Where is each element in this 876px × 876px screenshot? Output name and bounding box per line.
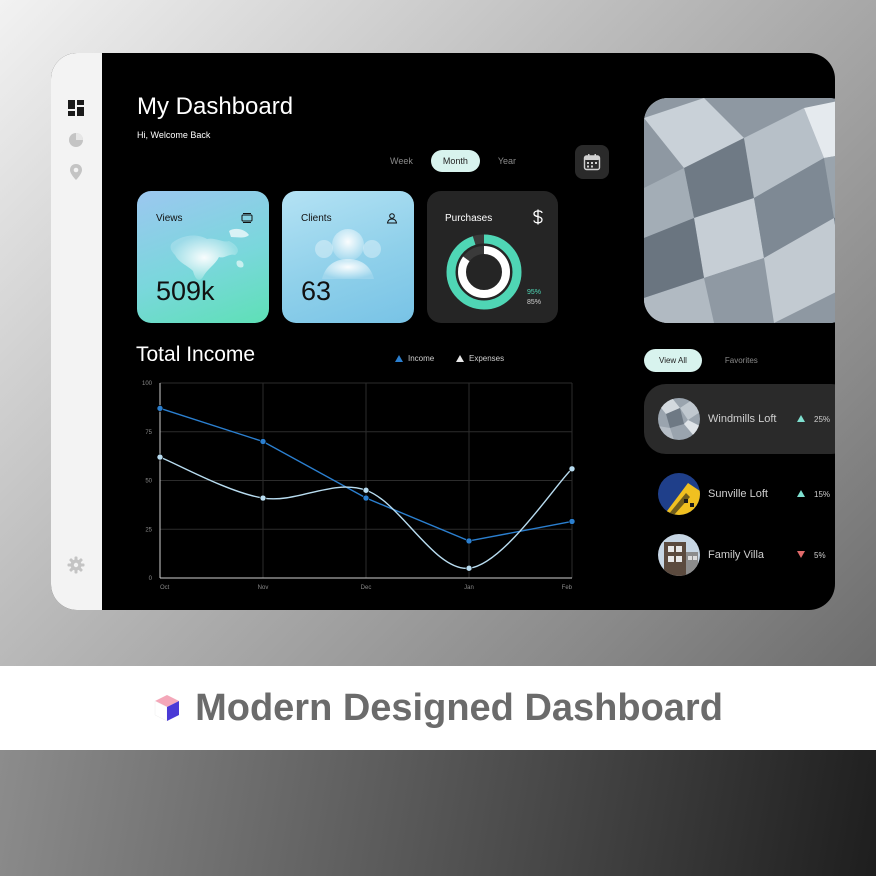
banner-title: Modern Designed Dashboard: [195, 686, 723, 729]
purchases-pct-secondary: 85%: [527, 299, 542, 306]
data-point-income[interactable]: [259, 438, 267, 445]
family-villa-thumbnail: [658, 534, 700, 576]
y-tick-label: 75: [145, 430, 152, 436]
clients-label: Clients: [301, 213, 332, 224]
purchases-card[interactable]: Purchases 95% 85%: [427, 191, 558, 323]
sidebar: [51, 53, 102, 610]
data-point-expenses[interactable]: [568, 465, 576, 473]
purchases-ring-chart: [446, 234, 522, 310]
listing-pct: 25%: [814, 415, 831, 424]
trend-up-icon: [797, 415, 805, 422]
data-point-expenses[interactable]: [259, 494, 267, 502]
views-label: Views: [156, 213, 183, 224]
data-point-expenses[interactable]: [156, 453, 164, 461]
sunville-loft-thumbnail: [658, 473, 700, 515]
calendar-button[interactable]: [575, 145, 609, 179]
layers-icon: [241, 211, 253, 229]
purchases-pct-primary: 95%: [527, 289, 542, 296]
dashboard-grid-icon[interactable]: [67, 99, 85, 117]
gear-icon[interactable]: [67, 556, 85, 574]
list-item[interactable]: Sunville Loft 15%: [644, 459, 835, 529]
y-tick-label: 50: [145, 479, 152, 485]
windmills-loft-thumbnail: [658, 398, 700, 440]
y-tick-label: 0: [149, 576, 153, 582]
data-point-income[interactable]: [362, 494, 370, 502]
period-week[interactable]: Week: [378, 150, 425, 172]
data-point-income[interactable]: [156, 405, 164, 412]
page-title: My Dashboard: [137, 93, 294, 120]
tab-favorites[interactable]: Favorites: [710, 349, 773, 372]
listing-name: Sunville Loft: [708, 488, 768, 500]
listing-name: Windmills Loft: [708, 413, 777, 425]
listing-pct: 15%: [814, 490, 831, 499]
cube-logo-icon: [154, 695, 180, 722]
income-line-chart: 100 75 50 25 0 Oct Nov Dec Jan Feb: [142, 381, 576, 591]
user-icon: [386, 211, 398, 229]
data-point-income[interactable]: [465, 537, 473, 545]
tab-view-all[interactable]: View All: [644, 349, 702, 372]
income-title: Total Income: [136, 343, 256, 366]
legend-income: Income: [395, 354, 434, 363]
views-value: 509k: [156, 276, 215, 306]
trend-down-icon: [797, 551, 805, 558]
title-banner: Modern Designed Dashboard: [0, 666, 876, 750]
x-tick-label: Nov: [258, 585, 269, 591]
calendar-icon: [583, 154, 601, 171]
period-filter: Week Month Year: [378, 150, 528, 172]
main-content: My Dashboard Hi, Welcome Back Week Month…: [102, 53, 835, 610]
trend-up-icon: [797, 490, 805, 497]
legend-expenses: Expenses: [456, 354, 504, 363]
clients-card[interactable]: Clients 63: [282, 191, 414, 323]
triangle-icon: [395, 355, 403, 362]
list-item[interactable]: Family Villa 5%: [644, 520, 835, 590]
dashboard-frame: My Dashboard Hi, Welcome Back Week Month…: [51, 53, 835, 610]
data-point-income[interactable]: [568, 518, 576, 525]
x-tick-label: Feb: [562, 585, 573, 591]
y-tick-label: 25: [145, 527, 152, 533]
background-gradient: [0, 750, 876, 876]
data-point-expenses[interactable]: [465, 564, 473, 572]
dollar-icon: [531, 209, 545, 230]
period-month[interactable]: Month: [430, 150, 480, 172]
welcome-text: Hi, Welcome Back: [137, 130, 211, 140]
listing-name: Family Villa: [708, 549, 765, 561]
triangle-icon: [456, 355, 464, 362]
x-tick-label: Oct: [160, 585, 170, 591]
y-tick-label: 100: [142, 381, 153, 387]
listing-pct: 5%: [814, 551, 826, 560]
building-photo: [644, 98, 835, 323]
list-item[interactable]: Windmills Loft 25%: [644, 384, 835, 454]
x-tick-label: Dec: [361, 585, 372, 591]
listing-tabs: View All Favorites: [644, 349, 773, 372]
period-year[interactable]: Year: [486, 150, 528, 172]
pie-chart-icon[interactable]: [67, 131, 85, 149]
clients-value: 63: [301, 276, 332, 306]
legend-income-label: Income: [408, 354, 435, 363]
purchases-label: Purchases: [445, 213, 493, 224]
data-point-expenses[interactable]: [362, 486, 370, 494]
x-tick-label: Jan: [464, 585, 474, 591]
views-card[interactable]: Views 509k: [137, 191, 269, 323]
location-pin-icon[interactable]: [67, 163, 85, 181]
legend-expenses-label: Expenses: [469, 354, 505, 363]
